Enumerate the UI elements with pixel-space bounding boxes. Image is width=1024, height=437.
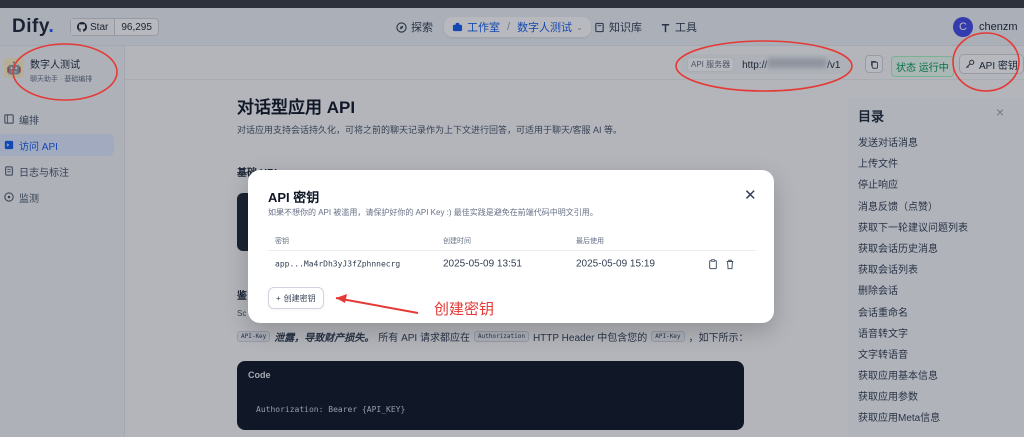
close-icon[interactable]: ✕	[744, 186, 757, 204]
api-key-modal: API 密钥 ✕ 如果不想你的 API 被滥用，请保护好你的 API Key :…	[248, 170, 774, 323]
table-header: 密钥 创建时间 最后使用	[268, 231, 756, 251]
plus-icon: +	[276, 293, 281, 303]
last-used-time: 2025-05-09 15:19	[576, 258, 655, 270]
created-time: 2025-05-09 13:51	[443, 258, 522, 270]
modal-title: API 密钥	[268, 190, 320, 205]
column-header-key: 密钥	[275, 237, 289, 245]
create-key-label: 创建密钥	[283, 293, 316, 303]
modal-description: 如果不想你的 API 被滥用，请保护好你的 API Key :) 最佳实践是避免…	[268, 208, 598, 217]
table-row: app...Ma4rDh3yJ3fZphnnecrg 2025-05-09 13…	[268, 251, 756, 277]
api-key-value: app...Ma4rDh3yJ3fZphnnecrg	[275, 259, 401, 269]
clipboard-icon[interactable]	[708, 259, 718, 270]
api-key-table: 密钥 创建时间 最后使用 app...Ma4rDh3yJ3fZphnnecrg …	[268, 231, 756, 277]
column-header-last-used: 最后使用	[576, 237, 604, 245]
trash-icon[interactable]	[725, 259, 735, 270]
column-header-created: 创建时间	[443, 237, 471, 245]
create-key-button[interactable]: + 创建密钥	[268, 287, 324, 309]
row-actions	[708, 259, 735, 270]
